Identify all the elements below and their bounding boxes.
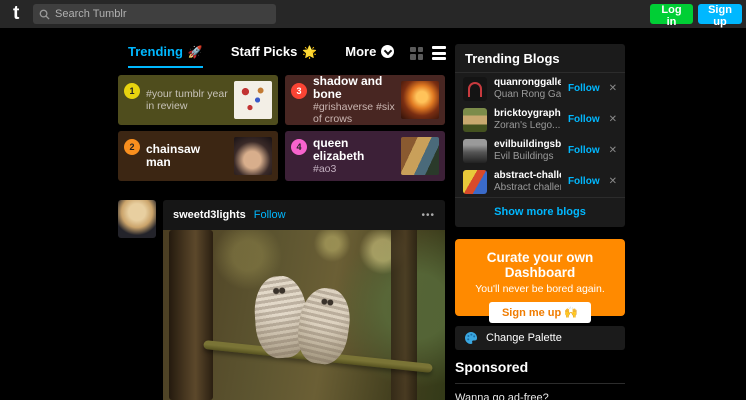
topic-tags: #grishaverse #six of crows: [313, 101, 395, 125]
blog-follow-link[interactable]: Follow: [568, 176, 600, 187]
ad-free-link[interactable]: Wanna go ad-free?: [455, 392, 625, 400]
blog-follow-link[interactable]: Follow: [568, 114, 600, 125]
tab-trending[interactable]: Trending 🚀: [128, 44, 203, 68]
dismiss-icon[interactable]: ✕: [609, 145, 617, 156]
topbar: t Log in Sign up: [0, 0, 746, 28]
blog-avatar: [463, 108, 487, 132]
curate-subtitle: You'll never be bored again.: [455, 283, 625, 295]
trending-blogs-title: Trending Blogs: [455, 44, 625, 73]
topic-title: shadow and bone: [313, 75, 395, 101]
blog-description: Evil Buildings: [494, 151, 561, 163]
topic-title: queen elizabeth: [313, 137, 395, 163]
topic-tags: #ao3: [313, 163, 395, 175]
curate-dashboard-card: Curate your own Dashboard You'll never b…: [455, 239, 625, 316]
tab-staff-picks-label: Staff Picks: [231, 44, 297, 59]
topic-card-chainsaw-man[interactable]: 2 chainsaw man: [118, 131, 278, 181]
rank-badge: 3: [291, 83, 307, 99]
rank-badge: 1: [124, 83, 140, 99]
rank-badge: 2: [124, 139, 140, 155]
list-view-icon[interactable]: [432, 46, 446, 60]
blog-row-quanronggallery[interactable]: quanronggallery Quan Rong Gallery Follow…: [455, 73, 625, 104]
blog-row-abstract-challenge[interactable]: abstract-challenge Abstract challenge Fo…: [455, 166, 625, 197]
signup-button[interactable]: Sign up: [698, 4, 742, 24]
search-input[interactable]: [55, 8, 270, 20]
palette-icon: [464, 331, 478, 345]
post-image[interactable]: [163, 230, 445, 400]
show-more-blogs-link[interactable]: Show more blogs: [455, 197, 625, 227]
post-follow-link[interactable]: Follow: [254, 209, 286, 221]
search-box[interactable]: [33, 4, 276, 24]
star-emoji-icon: 🌟: [302, 45, 317, 59]
blog-description: Zoran's Lego...: [494, 120, 561, 132]
change-palette-button[interactable]: Change Palette: [455, 326, 625, 350]
topic-thumbnail: [234, 137, 272, 175]
topic-card-queen-elizabeth[interactable]: 4 queen elizabeth #ao3: [285, 131, 445, 181]
blog-follow-link[interactable]: Follow: [568, 145, 600, 156]
blog-avatar: [463, 170, 487, 194]
change-palette-label: Change Palette: [486, 332, 562, 344]
topic-title: chainsaw man: [146, 143, 228, 169]
rocket-emoji-icon: 🚀: [188, 45, 203, 59]
blog-name: evilbuildingsblog: [494, 139, 561, 151]
sign-me-up-button[interactable]: Sign me up 🙌: [489, 302, 591, 323]
search-icon: [39, 9, 50, 20]
curate-title: Curate your own Dashboard: [455, 250, 625, 280]
blog-row-evilbuildingsblog[interactable]: evilbuildingsblog Evil Buildings Follow …: [455, 135, 625, 166]
tab-more-label: More: [345, 44, 376, 59]
topic-card-shadow-and-bone[interactable]: 3 shadow and bone #grishaverse #six of c…: [285, 75, 445, 125]
blog-description: Abstract challenge: [494, 182, 561, 194]
tumblr-logo[interactable]: t: [13, 2, 19, 26]
blog-name: abstract-challenge: [494, 170, 561, 182]
trending-blogs-panel: Trending Blogs quanronggallery Quan Rong…: [455, 44, 625, 227]
dismiss-icon[interactable]: ✕: [609, 114, 617, 125]
post-username[interactable]: sweetd3lights: [173, 209, 246, 221]
topic-card-year-in-review[interactable]: 1 #your tumblr year in review: [118, 75, 278, 125]
blog-row-bricktoygrapher[interactable]: bricktoygrapher Zoran's Lego... Follow ✕: [455, 104, 625, 135]
trending-topics-grid: 1 #your tumblr year in review 3 shadow a…: [118, 75, 445, 181]
tree-trunk: [169, 230, 213, 400]
dismiss-icon[interactable]: ✕: [609, 176, 617, 187]
tab-staff-picks[interactable]: Staff Picks 🌟: [231, 44, 317, 66]
post-card: sweetd3lights Follow •••: [163, 200, 445, 400]
blog-avatar: [463, 139, 487, 163]
tumblr-explore-page: t Log in Sign up Trending 🚀 Staff Picks …: [0, 0, 746, 400]
tree-trunk: [391, 230, 417, 400]
topic-thumbnail: [234, 81, 272, 119]
topic-thumbnail: [401, 137, 439, 175]
grid-view-icon[interactable]: [410, 47, 423, 60]
login-button[interactable]: Log in: [650, 4, 693, 24]
sponsored-heading: Sponsored: [455, 357, 625, 384]
blog-name: bricktoygrapher: [494, 108, 561, 120]
tab-more[interactable]: More: [345, 44, 394, 66]
blog-name: quanronggallery: [494, 77, 561, 89]
view-toggles: [410, 46, 446, 60]
sidebar: Trending Blogs quanronggallery Quan Rong…: [455, 44, 625, 400]
dismiss-icon[interactable]: ✕: [609, 83, 617, 94]
blog-avatar: [463, 77, 487, 101]
blog-follow-link[interactable]: Follow: [568, 83, 600, 94]
rank-badge: 4: [291, 139, 307, 155]
topic-thumbnail: [401, 81, 439, 119]
chevron-down-icon: [381, 45, 394, 58]
post-header: sweetd3lights Follow •••: [163, 200, 445, 230]
explore-tabs: Trending 🚀 Staff Picks 🌟 More: [128, 44, 394, 68]
topic-tags: #your tumblr year in review: [146, 88, 228, 112]
post-options-icon[interactable]: •••: [421, 210, 435, 221]
blog-description: Quan Rong Gallery: [494, 89, 561, 101]
tab-trending-label: Trending: [128, 44, 183, 59]
post-author-avatar[interactable]: [118, 200, 156, 238]
